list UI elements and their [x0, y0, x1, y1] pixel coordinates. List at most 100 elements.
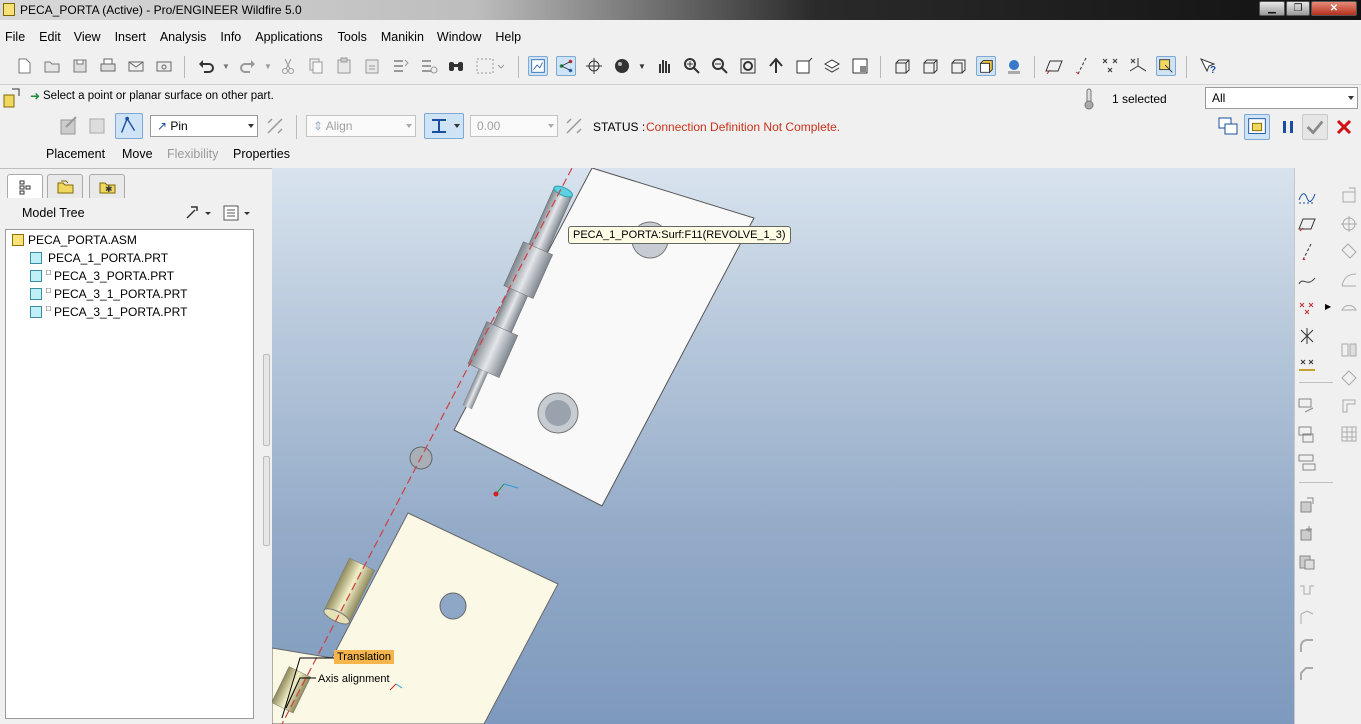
mechanism-connection-icon[interactable]: [115, 113, 143, 139]
hidden-line-icon[interactable]: [920, 56, 940, 76]
save-icon[interactable]: [70, 56, 90, 76]
new-icon[interactable]: [14, 56, 34, 76]
email-icon[interactable]: [126, 56, 146, 76]
shading-icon[interactable]: [976, 56, 996, 76]
regen-manager-icon[interactable]: [418, 56, 438, 76]
hole-icon[interactable]: [1339, 186, 1359, 206]
redo-dropdown-icon[interactable]: ▼: [264, 62, 272, 71]
zoom-out-icon[interactable]: [710, 56, 730, 76]
find-icon[interactable]: [446, 56, 466, 76]
trim-icon[interactable]: [1339, 396, 1359, 416]
translation-label[interactable]: Translation: [334, 650, 395, 664]
user-defined-icon[interactable]: [58, 115, 80, 137]
orient-icon[interactable]: [584, 56, 604, 76]
show-options-icon[interactable]: [222, 204, 254, 222]
separate-window-icon[interactable]: [1216, 115, 1240, 139]
sketch-tool-icon[interactable]: [1297, 186, 1317, 206]
draft-icon[interactable]: [1339, 270, 1359, 290]
component-place-icon[interactable]: [1297, 424, 1317, 444]
connection-type-select[interactable]: ↗ Pin: [150, 115, 258, 137]
assembly-window-icon[interactable]: [1244, 114, 1270, 140]
panel-splitter-handle[interactable]: [263, 354, 270, 446]
refit-icon[interactable]: [738, 56, 758, 76]
menu-manikin[interactable]: Manikin: [381, 27, 424, 47]
rib-icon[interactable]: [1339, 242, 1359, 262]
field-point-icon[interactable]: [1297, 354, 1317, 374]
zoom-in-icon[interactable]: [682, 56, 702, 76]
analysis-icon[interactable]: [1297, 396, 1317, 416]
redo-icon[interactable]: [238, 56, 258, 76]
tree-item-part[interactable]: □ PECA_3_1_PORTA.PRT: [28, 304, 248, 322]
settings-icon[interactable]: [183, 204, 213, 222]
tree-item-part[interactable]: □ PECA_3_PORTA.PRT: [28, 268, 248, 286]
tree-item-part[interactable]: PECA_1_PORTA.PRT: [28, 250, 248, 268]
pan-icon[interactable]: [654, 56, 674, 76]
datum-point-dropdown-icon[interactable]: ▶: [1325, 302, 1331, 311]
select-box-icon[interactable]: [474, 56, 504, 76]
minimize-button[interactable]: ▁: [1259, 1, 1285, 16]
datum-axis-icon[interactable]: [1297, 242, 1317, 262]
cut-icon[interactable]: [278, 56, 298, 76]
close-button[interactable]: ✕: [1311, 1, 1357, 16]
spin-center-icon[interactable]: [556, 56, 576, 76]
annotations-icon[interactable]: [1156, 56, 1176, 76]
copy-icon[interactable]: [306, 56, 326, 76]
draft-offset-icon[interactable]: [1339, 298, 1359, 318]
undo-icon[interactable]: [196, 56, 216, 76]
flexible-icon[interactable]: [1297, 608, 1317, 628]
datum-points-icon[interactable]: [1100, 56, 1120, 76]
undo-dropdown-icon[interactable]: ▼: [222, 62, 230, 71]
maximize-button[interactable]: ❐: [1286, 1, 1310, 16]
menu-window[interactable]: Window: [437, 27, 481, 47]
axis-alignment-label[interactable]: Axis alignment: [315, 672, 393, 686]
paste-special-icon[interactable]: [362, 56, 382, 76]
context-help-icon[interactable]: ?: [1198, 56, 1218, 76]
offset-type-button[interactable]: [424, 113, 464, 139]
offset-value-input[interactable]: 0.00: [470, 115, 558, 137]
menu-tools[interactable]: Tools: [338, 27, 367, 47]
menu-insert[interactable]: Insert: [115, 27, 146, 47]
pattern-icon[interactable]: [1339, 424, 1359, 444]
confirm-icon[interactable]: [1302, 114, 1328, 140]
tab-placement[interactable]: Placement: [46, 147, 105, 161]
cut-out-icon[interactable]: [1297, 580, 1317, 600]
tree-item-part[interactable]: □ PECA_3_1_PORTA.PRT: [28, 286, 248, 304]
datum-axes-icon[interactable]: [1072, 56, 1092, 76]
cancel-icon[interactable]: [1334, 115, 1354, 139]
tab-folder-browser[interactable]: [47, 174, 83, 198]
saved-views-icon[interactable]: [794, 56, 814, 76]
panel-splitter-handle[interactable]: [263, 456, 270, 546]
menu-help[interactable]: Help: [495, 27, 521, 47]
predefined-icon[interactable]: [86, 115, 108, 137]
flip-constraint-icon[interactable]: [563, 115, 585, 137]
repeat-icon[interactable]: [1297, 524, 1317, 544]
layers-icon[interactable]: [822, 56, 842, 76]
menu-info[interactable]: Info: [220, 27, 241, 47]
datum-planes-icon[interactable]: [1044, 56, 1064, 76]
paste-icon[interactable]: [334, 56, 354, 76]
selection-filter-select[interactable]: All: [1205, 87, 1358, 109]
chamfer-icon[interactable]: [1297, 664, 1317, 684]
wireframe-icon[interactable]: [892, 56, 912, 76]
datum-point-icon[interactable]: [1297, 298, 1317, 318]
tree-item-root-assembly[interactable]: PECA_PORTA.ASM: [10, 232, 250, 250]
shell-icon[interactable]: [1339, 214, 1359, 234]
component-create-icon[interactable]: [1297, 452, 1317, 472]
datum-display-icon[interactable]: [528, 56, 548, 76]
coordinate-systems-icon[interactable]: [1128, 56, 1148, 76]
tab-flexibility[interactable]: Flexibility: [167, 147, 218, 161]
datum-curve-icon[interactable]: [1297, 270, 1317, 290]
open-icon[interactable]: [42, 56, 62, 76]
menu-edit[interactable]: Edit: [39, 27, 61, 47]
menu-view[interactable]: View: [74, 27, 101, 47]
reorient-icon[interactable]: [766, 56, 786, 76]
menu-analysis[interactable]: Analysis: [160, 27, 207, 47]
enhanced-realism-icon[interactable]: [1004, 56, 1024, 76]
menu-file[interactable]: File: [5, 27, 25, 47]
menu-applications[interactable]: Applications: [255, 27, 322, 47]
offset-csys-point-icon[interactable]: [1297, 326, 1317, 346]
package-icon[interactable]: [1297, 552, 1317, 572]
graphics-window[interactable]: PECA_1_PORTA:Surf:F11(REVOLVE_1_3) Trans…: [272, 168, 1294, 724]
round-icon[interactable]: [1297, 636, 1317, 656]
lower-hinge-plate[interactable]: [272, 512, 559, 724]
